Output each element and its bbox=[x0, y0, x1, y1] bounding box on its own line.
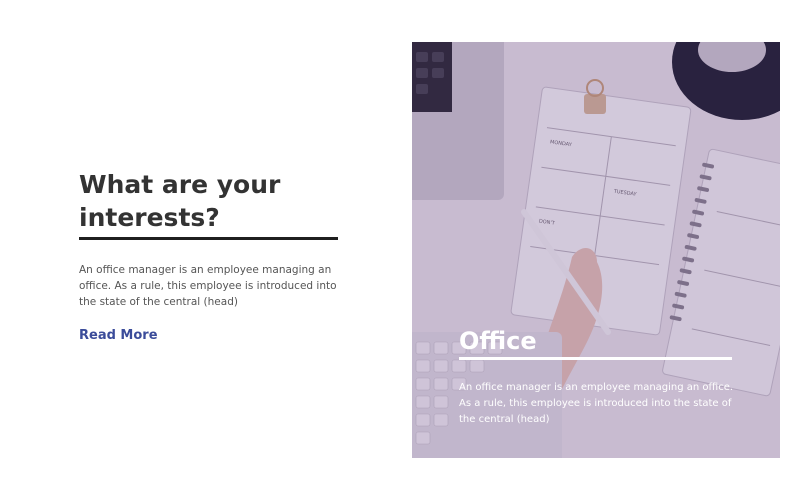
page: What are your interests? An office manag… bbox=[0, 0, 800, 500]
section-heading: What are your interests? bbox=[79, 170, 281, 232]
section-description: An office manager is an employee managin… bbox=[79, 264, 337, 308]
card-content: Office An office manager is an employee … bbox=[459, 325, 734, 428]
heading-underline bbox=[79, 237, 338, 240]
read-more-link[interactable]: Read More bbox=[79, 328, 158, 343]
office-card[interactable]: MONDAY TUESDAY DON'T Office An office ma… bbox=[412, 42, 780, 458]
card-description: An office manager is an employee managin… bbox=[459, 382, 734, 425]
card-title-underline bbox=[459, 357, 732, 360]
card-title: Office bbox=[459, 327, 537, 355]
interests-section: What are your interests? An office manag… bbox=[79, 168, 339, 344]
